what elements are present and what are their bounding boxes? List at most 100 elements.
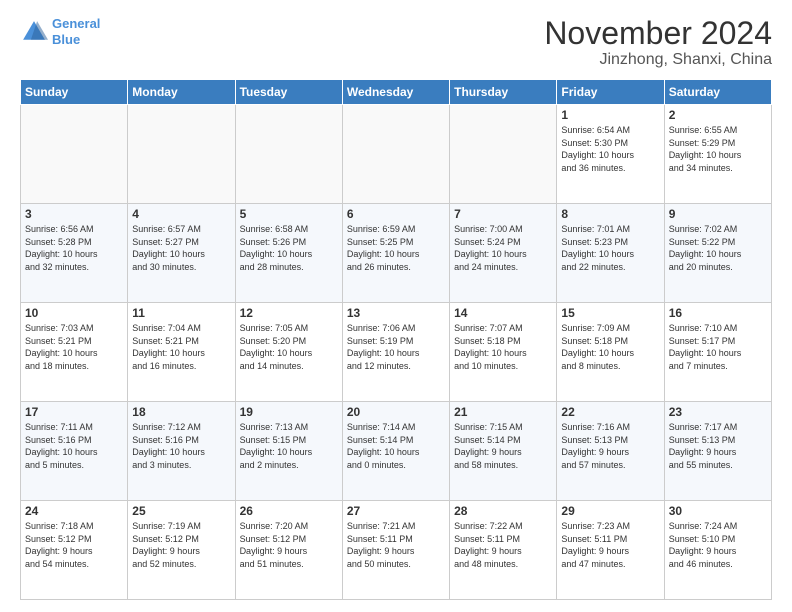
calendar-cell: 6 Sunrise: 6:59 AM Sunset: 5:25 PM Daylig… [342,204,449,303]
day-number: 10 [25,306,123,320]
day-number: 4 [132,207,230,221]
weekday-header: Saturday [664,80,771,105]
logo-text: General Blue [52,16,100,47]
day-number: 11 [132,306,230,320]
calendar-week-row: 17Sunrise: 7:11 AM Sunset: 5:16 PM Dayli… [21,402,772,501]
calendar-cell: 18 Sunrise: 7:12 AM Sunset: 5:16 PM Dayli… [128,402,235,501]
calendar-cell: 30Sunrise: 7:24 AM Sunset: 5:10 PM Dayli… [664,501,771,600]
day-number: 25 [132,504,230,518]
calendar-cell [21,105,128,204]
logo-line2: Blue [52,32,80,47]
calendar-cell: 10 Sunrise: 7:03 AM Sunset: 5:21 PM Dayli… [21,303,128,402]
calendar-cell: 3 Sunrise: 6:56 AM Sunset: 5:28 PM Daylig… [21,204,128,303]
calendar-cell: 27 Sunrise: 7:21 AM Sunset: 5:11 PM Dayli… [342,501,449,600]
day-number: 14 [454,306,552,320]
page: General Blue November 2024 Jinzhong, Sha… [0,0,792,612]
day-number: 2 [669,108,767,122]
calendar-cell: 19 Sunrise: 7:13 AM Sunset: 5:15 PM Dayli… [235,402,342,501]
day-info: Sunrise: 6:55 AM Sunset: 5:29 PM Dayligh… [669,124,767,174]
weekday-header: Thursday [450,80,557,105]
day-number: 27 [347,504,445,518]
calendar-cell: 2 Sunrise: 6:55 AM Sunset: 5:29 PM Daylig… [664,105,771,204]
day-info: Sunrise: 7:20 AM Sunset: 5:12 PM Dayligh… [240,520,338,570]
day-info: Sunrise: 7:07 AM Sunset: 5:18 PM Dayligh… [454,322,552,372]
calendar-cell: 5Sunrise: 6:58 AM Sunset: 5:26 PM Daylig… [235,204,342,303]
day-number: 24 [25,504,123,518]
day-number: 7 [454,207,552,221]
calendar-cell: 9 Sunrise: 7:02 AM Sunset: 5:22 PM Daylig… [664,204,771,303]
day-number: 22 [561,405,659,419]
day-info: Sunrise: 7:19 AM Sunset: 5:12 PM Dayligh… [132,520,230,570]
day-number: 8 [561,207,659,221]
day-number: 20 [347,405,445,419]
calendar-cell: 7 Sunrise: 7:00 AM Sunset: 5:24 PM Daylig… [450,204,557,303]
day-info: Sunrise: 7:02 AM Sunset: 5:22 PM Dayligh… [669,223,767,273]
day-info: Sunrise: 7:17 AM Sunset: 5:13 PM Dayligh… [669,421,767,471]
calendar-cell: 29Sunrise: 7:23 AM Sunset: 5:11 PM Dayli… [557,501,664,600]
weekday-header: Friday [557,80,664,105]
calendar-cell: 16 Sunrise: 7:10 AM Sunset: 5:17 PM Dayli… [664,303,771,402]
day-info: Sunrise: 6:58 AM Sunset: 5:26 PM Dayligh… [240,223,338,273]
day-info: Sunrise: 7:23 AM Sunset: 5:11 PM Dayligh… [561,520,659,570]
day-info: Sunrise: 7:01 AM Sunset: 5:23 PM Dayligh… [561,223,659,273]
header: General Blue November 2024 Jinzhong, Sha… [20,16,772,69]
day-info: Sunrise: 7:12 AM Sunset: 5:16 PM Dayligh… [132,421,230,471]
calendar-cell: 21Sunrise: 7:15 AM Sunset: 5:14 PM Dayli… [450,402,557,501]
calendar-week-row: 3 Sunrise: 6:56 AM Sunset: 5:28 PM Daylig… [21,204,772,303]
calendar-table: SundayMondayTuesdayWednesdayThursdayFrid… [20,79,772,600]
logo: General Blue [20,16,100,47]
weekday-header: Monday [128,80,235,105]
calendar-cell: 26Sunrise: 7:20 AM Sunset: 5:12 PM Dayli… [235,501,342,600]
day-number: 28 [454,504,552,518]
calendar-cell: 20 Sunrise: 7:14 AM Sunset: 5:14 PM Dayli… [342,402,449,501]
calendar-cell: 17Sunrise: 7:11 AM Sunset: 5:16 PM Dayli… [21,402,128,501]
day-number: 23 [669,405,767,419]
day-info: Sunrise: 7:18 AM Sunset: 5:12 PM Dayligh… [25,520,123,570]
logo-icon [20,18,48,46]
day-number: 19 [240,405,338,419]
calendar-cell: 12 Sunrise: 7:05 AM Sunset: 5:20 PM Dayli… [235,303,342,402]
calendar-cell: 24 Sunrise: 7:18 AM Sunset: 5:12 PM Dayli… [21,501,128,600]
day-info: Sunrise: 7:11 AM Sunset: 5:16 PM Dayligh… [25,421,123,471]
day-number: 3 [25,207,123,221]
calendar-week-row: 10 Sunrise: 7:03 AM Sunset: 5:21 PM Dayli… [21,303,772,402]
calendar-cell: 13Sunrise: 7:06 AM Sunset: 5:19 PM Dayli… [342,303,449,402]
title-block: November 2024 Jinzhong, Shanxi, China [544,16,772,69]
day-number: 6 [347,207,445,221]
month-title: November 2024 [544,16,772,51]
day-info: Sunrise: 7:21 AM Sunset: 5:11 PM Dayligh… [347,520,445,570]
day-number: 30 [669,504,767,518]
calendar-cell: 15Sunrise: 7:09 AM Sunset: 5:18 PM Dayli… [557,303,664,402]
day-number: 1 [561,108,659,122]
day-info: Sunrise: 7:10 AM Sunset: 5:17 PM Dayligh… [669,322,767,372]
day-number: 9 [669,207,767,221]
calendar-cell [128,105,235,204]
day-number: 16 [669,306,767,320]
calendar-cell [235,105,342,204]
day-info: Sunrise: 6:59 AM Sunset: 5:25 PM Dayligh… [347,223,445,273]
day-info: Sunrise: 7:03 AM Sunset: 5:21 PM Dayligh… [25,322,123,372]
calendar-cell: 14 Sunrise: 7:07 AM Sunset: 5:18 PM Dayli… [450,303,557,402]
weekday-header: Wednesday [342,80,449,105]
weekday-header: Sunday [21,80,128,105]
day-info: Sunrise: 7:00 AM Sunset: 5:24 PM Dayligh… [454,223,552,273]
day-number: 18 [132,405,230,419]
calendar-cell: 1 Sunrise: 6:54 AM Sunset: 5:30 PM Daylig… [557,105,664,204]
day-info: Sunrise: 7:14 AM Sunset: 5:14 PM Dayligh… [347,421,445,471]
day-info: Sunrise: 7:05 AM Sunset: 5:20 PM Dayligh… [240,322,338,372]
day-info: Sunrise: 7:04 AM Sunset: 5:21 PM Dayligh… [132,322,230,372]
day-info: Sunrise: 6:54 AM Sunset: 5:30 PM Dayligh… [561,124,659,174]
day-info: Sunrise: 7:09 AM Sunset: 5:18 PM Dayligh… [561,322,659,372]
day-number: 13 [347,306,445,320]
location-title: Jinzhong, Shanxi, China [544,51,772,69]
calendar-week-row: 24 Sunrise: 7:18 AM Sunset: 5:12 PM Dayli… [21,501,772,600]
calendar-week-row: 1 Sunrise: 6:54 AM Sunset: 5:30 PM Daylig… [21,105,772,204]
calendar-cell [450,105,557,204]
weekday-header: Tuesday [235,80,342,105]
day-number: 12 [240,306,338,320]
calendar-cell: 8 Sunrise: 7:01 AM Sunset: 5:23 PM Daylig… [557,204,664,303]
day-info: Sunrise: 7:16 AM Sunset: 5:13 PM Dayligh… [561,421,659,471]
day-info: Sunrise: 6:56 AM Sunset: 5:28 PM Dayligh… [25,223,123,273]
day-info: Sunrise: 7:13 AM Sunset: 5:15 PM Dayligh… [240,421,338,471]
calendar-header-row: SundayMondayTuesdayWednesdayThursdayFrid… [21,80,772,105]
